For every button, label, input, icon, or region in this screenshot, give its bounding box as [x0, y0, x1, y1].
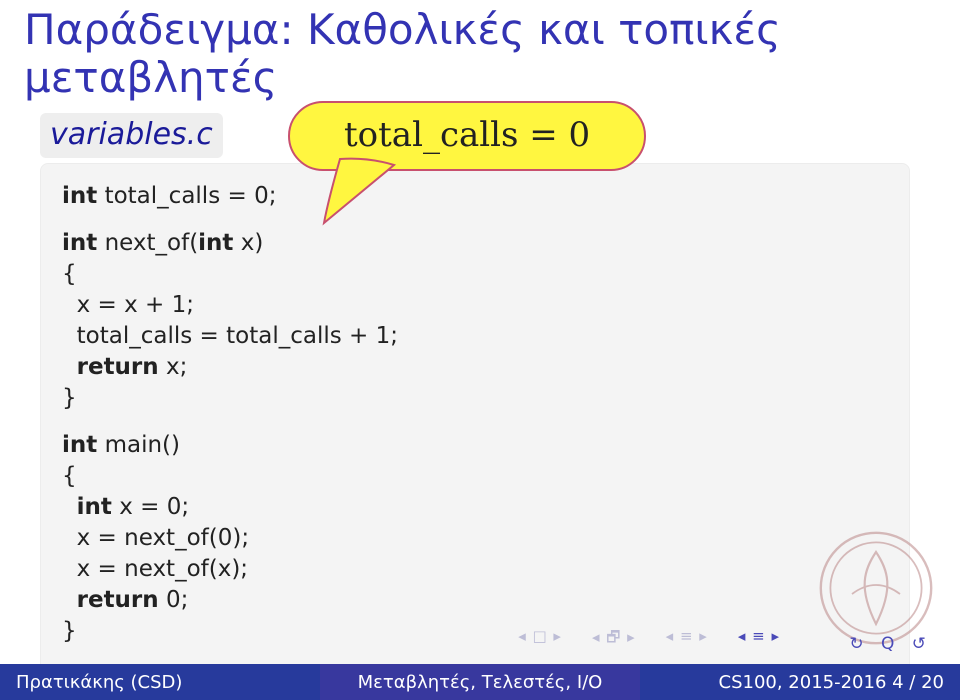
- code-text: x): [233, 230, 263, 256]
- keyword: int: [62, 183, 97, 209]
- title-line-1: Παράδειγμα: Καθολικές και τοπικές: [24, 5, 781, 54]
- keyword: int: [62, 230, 97, 256]
- code-line: int main(): [62, 430, 888, 461]
- code-line: x = x + 1;: [62, 290, 888, 321]
- callout-tail-icon: [320, 153, 430, 227]
- code-line: int total_calls = 0;: [62, 181, 888, 212]
- file-label-row: variables.c total_calls = 0: [40, 113, 920, 161]
- keyword: int: [198, 230, 233, 256]
- nav-loop-icon[interactable]: ↻ Q ↺: [849, 634, 932, 654]
- indent: [62, 494, 77, 520]
- code-line: {: [62, 461, 888, 492]
- keyword: int: [62, 432, 97, 458]
- title-line-2: μεταβλητές: [24, 53, 277, 102]
- code-line: x = next_of(x);: [62, 554, 888, 585]
- nav-last-icon[interactable]: ◂ ≡ ▸: [738, 627, 780, 652]
- code-text: x;: [159, 354, 188, 380]
- footer-title: Μεταβλητές, Τελεστές, I/O: [320, 664, 640, 700]
- indent: [62, 354, 77, 380]
- blank-line: [62, 212, 888, 228]
- indent: [62, 587, 77, 613]
- keyword: return: [77, 587, 159, 613]
- footer-author: Πρατικάκης (CSD): [0, 664, 320, 700]
- code-text: main(): [97, 432, 180, 458]
- code-line: }: [62, 383, 888, 414]
- slide-title: Παράδειγμα: Καθολικές και τοπικές μεταβλ…: [0, 0, 960, 109]
- code-text: total_calls = 0;: [97, 183, 276, 209]
- code-line: total_calls = total_calls + 1;: [62, 321, 888, 352]
- code-text: x = 0;: [112, 494, 189, 520]
- code-line: int x = 0;: [62, 492, 888, 523]
- code-line: {: [62, 259, 888, 290]
- nav-dots: ◂ □ ▸ ◂ 🗗 ▸ ◂ ≡ ▸ ◂ ≡ ▸: [518, 627, 780, 652]
- blank-line: [62, 414, 888, 430]
- code-text: next_of(: [97, 230, 198, 256]
- university-seal-icon: [816, 528, 936, 648]
- code-line: return x;: [62, 352, 888, 383]
- nav-first-icon[interactable]: ◂ □ ▸: [518, 627, 562, 652]
- nav-next-icon[interactable]: ◂ ≡ ▸: [666, 627, 708, 652]
- code-block: int total_calls = 0; int next_of(int x) …: [40, 163, 910, 684]
- code-text: 0;: [159, 587, 189, 613]
- nav-prev-icon[interactable]: ◂ 🗗 ▸: [592, 627, 636, 652]
- file-name-label: variables.c: [40, 113, 223, 158]
- code-line: x = next_of(0);: [62, 523, 888, 554]
- code-line: int next_of(int x): [62, 228, 888, 259]
- footer: Πρατικάκης (CSD) Μεταβλητές, Τελεστές, I…: [0, 664, 960, 700]
- callout: total_calls = 0: [288, 101, 646, 171]
- slide: Παράδειγμα: Καθολικές και τοπικές μεταβλ…: [0, 0, 960, 700]
- code-line: return 0;: [62, 585, 888, 616]
- footer-page: CS100, 2015-2016 4 / 20: [640, 664, 960, 700]
- keyword: return: [77, 354, 159, 380]
- keyword: int: [77, 494, 112, 520]
